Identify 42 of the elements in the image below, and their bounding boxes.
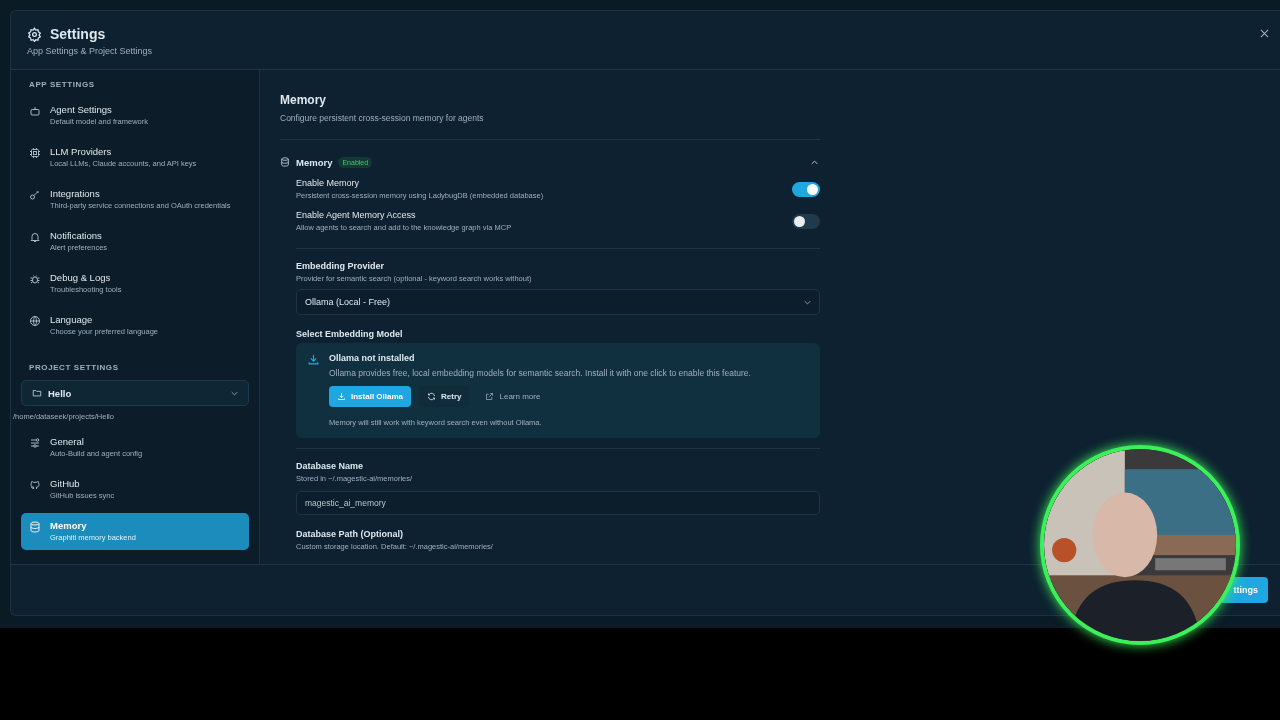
field-label: Embedding Provider	[296, 261, 385, 271]
dialog-title: Settings	[50, 26, 106, 42]
globe-icon	[29, 315, 41, 327]
chip-icon	[29, 147, 41, 159]
field-label: Database Name	[296, 461, 365, 471]
notice-text: Ollama provides free, local embedding models for semantic search. Install it with one click to enable this feature.	[329, 368, 751, 378]
download-icon	[307, 353, 320, 366]
setting-label: Enable Agent Memory Access	[296, 210, 417, 220]
database-name-field[interactable]: magestic_ai_memory	[296, 491, 820, 515]
settings-icon	[27, 26, 42, 42]
bug-icon	[29, 273, 41, 285]
collapse-button[interactable]	[811, 159, 818, 165]
dialog-subtitle: App Settings & Project Settings	[27, 46, 154, 56]
external-link-icon	[485, 392, 495, 401]
download-icon	[337, 392, 346, 401]
bell-icon	[29, 231, 41, 243]
database-icon	[280, 157, 290, 167]
github-icon	[29, 479, 41, 491]
section-title: Memory	[296, 156, 333, 168]
toggle-switch[interactable]	[792, 181, 820, 197]
field-label: Database Path (Optional)	[296, 529, 404, 539]
page-title: Memory	[280, 93, 327, 107]
close-icon[interactable]	[1260, 29, 1269, 38]
refresh-icon	[427, 392, 437, 401]
key-icon	[29, 189, 41, 201]
page-description: Configure persistent cross-session memory for agents	[280, 113, 485, 123]
section-heading: APP SETTINGS	[28, 80, 96, 89]
field-label: Select Embedding Model	[296, 329, 404, 339]
toggle-switch[interactable]	[792, 213, 820, 229]
learn-more-link[interactable]: Learn more	[477, 386, 549, 407]
chevron-down-icon	[804, 299, 811, 305]
database-icon	[29, 521, 41, 533]
sliders-icon	[29, 437, 41, 449]
chevron-down-icon	[231, 390, 238, 396]
setting-label: Enable Memory	[296, 178, 361, 188]
notice-title: Ollama not installed	[329, 353, 416, 363]
section-heading: PROJECT SETTINGS	[28, 363, 120, 372]
project-dropdown[interactable]: Hello	[21, 380, 249, 406]
folder-icon	[32, 388, 42, 398]
robot-icon	[29, 105, 41, 117]
retry-button[interactable]: Retry	[419, 386, 470, 407]
provider-dropdown[interactable]: Ollama (Local - Free)	[296, 289, 820, 315]
